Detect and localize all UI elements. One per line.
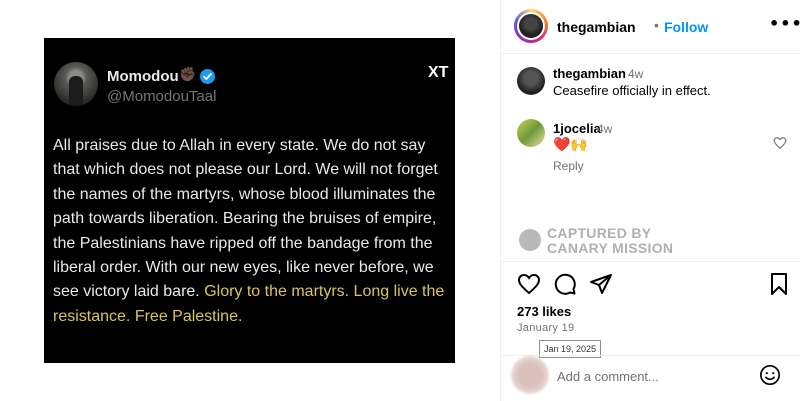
caption-avatar[interactable] [517, 67, 545, 95]
post-date: January 19 [517, 322, 575, 334]
header-divider [501, 53, 800, 54]
actions-divider [501, 261, 800, 262]
tweet-avatar [54, 62, 98, 106]
more-icon[interactable]: ••• [769, 14, 800, 33]
share-icon[interactable] [589, 272, 613, 301]
verified-icon [200, 69, 215, 84]
add-comment-input[interactable] [557, 367, 747, 385]
viewer-avatar [511, 356, 549, 394]
watermark-line1: CAPTURED BY [547, 225, 652, 241]
tweet-text: All praises due to Allah in every state.… [53, 134, 451, 329]
comment-heart-icon[interactable] [773, 136, 787, 155]
add-comment-divider [501, 355, 800, 356]
fist-emoji: ✊🏿 [179, 66, 197, 82]
emoji-icon[interactable] [759, 364, 781, 391]
heart-icon[interactable] [517, 272, 541, 301]
comment-text: ❤️🙌 [553, 136, 588, 152]
author-username[interactable]: thegambian [557, 19, 636, 35]
post-side-panel: thegambian • Follow ••• thegambian 4w Ce… [500, 0, 800, 401]
post-image[interactable]: XT Momodou ✊🏿 @MomodouTaal All praises d… [44, 38, 455, 363]
separator-dot: • [654, 17, 659, 33]
like-count[interactable]: 273 likes [517, 304, 571, 319]
caption-username[interactable]: thegambian [553, 66, 626, 81]
bookmark-icon[interactable] [767, 272, 791, 301]
caption-text: Ceasefire officially in effect. [553, 83, 711, 98]
tweet-author-handle: @MomodouTaal [107, 88, 217, 105]
corner-mark: XT [428, 64, 449, 81]
author-avatar[interactable] [517, 12, 545, 40]
tweet-author-name: Momodou [107, 68, 179, 85]
comment-time: 4w [597, 122, 613, 136]
comment-avatar[interactable] [517, 119, 545, 147]
caption-time: 4w [628, 67, 644, 81]
follow-button[interactable]: Follow [664, 19, 708, 35]
watermark-icon [519, 229, 541, 251]
comment-icon[interactable] [553, 272, 577, 301]
media-pane: XT Momodou ✊🏿 @MomodouTaal All praises d… [0, 0, 500, 401]
comment-username[interactable]: 1jocelia [553, 121, 601, 136]
reply-button[interactable]: Reply [553, 159, 584, 173]
watermark-line2: CANARY MISSION [547, 240, 674, 256]
tweet-body: All praises due to Allah in every state.… [53, 137, 438, 301]
